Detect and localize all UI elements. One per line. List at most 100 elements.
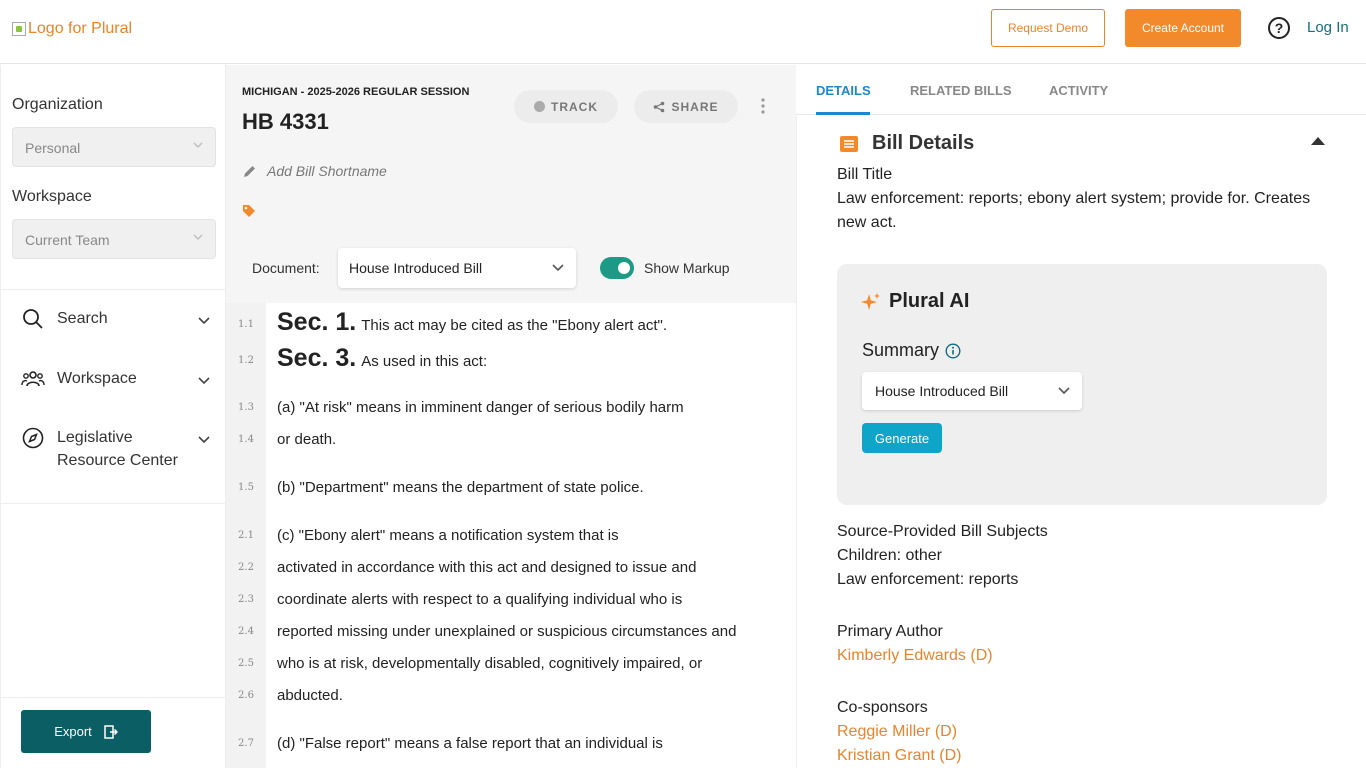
subject-item: Law enforcement: reports bbox=[837, 571, 1019, 588]
chevron-down-icon bbox=[193, 142, 203, 148]
request-demo-button[interactable]: Request Demo bbox=[991, 9, 1105, 47]
sidebar-item-legislative-resource-center[interactable]: Legislative Resource Center bbox=[21, 426, 211, 472]
export-label: Export bbox=[54, 724, 92, 739]
bill-header: MICHIGAN - 2025-2026 REGULAR SESSION HB … bbox=[226, 65, 796, 303]
bill-title-label: Bill Title bbox=[837, 166, 893, 183]
show-markup-toggle[interactable] bbox=[600, 257, 634, 279]
summary-heading: Summary bbox=[862, 340, 961, 361]
line-number: 1.5 bbox=[238, 482, 254, 493]
generate-button[interactable]: Generate bbox=[862, 423, 942, 453]
line-number: 1.4 bbox=[238, 434, 254, 445]
plural-ai-card: Plural AI Summary House Introduced Bill … bbox=[837, 264, 1327, 505]
document-label: Document: bbox=[252, 260, 320, 276]
list-icon bbox=[840, 135, 858, 152]
export-icon bbox=[104, 724, 118, 739]
line-content: who is at risk, developmentally disabled… bbox=[277, 655, 703, 672]
line-content: (b) "Department" means the department of… bbox=[277, 479, 644, 496]
line-content: As used in this act: bbox=[361, 353, 488, 370]
show-markup-label: Show Markup bbox=[644, 260, 730, 276]
create-account-button[interactable]: Create Account bbox=[1125, 9, 1241, 47]
organization-select[interactable]: Personal bbox=[12, 127, 216, 167]
section-heading: Sec. 3. bbox=[277, 344, 357, 372]
line-content: (d) "False report" means a false report … bbox=[277, 735, 663, 752]
primary-author-link[interactable]: Kimberly Edwards (D) bbox=[837, 644, 993, 668]
bill-title-line: Law enforcement: reports; ebony alert sy… bbox=[837, 190, 1311, 207]
bill-text: 1.1 Sec. 1. This act may be cited as the … bbox=[226, 303, 796, 768]
line-content: or death. bbox=[277, 431, 337, 448]
line-content: (c) "Ebony alert" means a notification s… bbox=[277, 527, 619, 544]
plural-ai-heading: Plural AI bbox=[861, 290, 969, 313]
active-tab-indicator bbox=[816, 112, 870, 115]
line-content: activated in accordance with this act an… bbox=[277, 559, 697, 576]
chevron-down-icon bbox=[1058, 387, 1070, 395]
summary-version-select[interactable]: House Introduced Bill bbox=[862, 372, 1082, 410]
plural-ai-title: Plural AI bbox=[889, 290, 970, 312]
tag-icon[interactable] bbox=[242, 204, 256, 218]
sidebar-item-label: Search bbox=[57, 310, 108, 327]
help-icon[interactable]: ? bbox=[1268, 17, 1290, 39]
line-number: 2.2 bbox=[238, 562, 254, 573]
line-text: Sec. 3. As used in this act: bbox=[277, 344, 487, 373]
sidebar-item-workspace[interactable]: Workspace bbox=[21, 367, 211, 391]
logo-alt-text: Logo for Plural bbox=[28, 20, 133, 37]
line-content: reported missing under unexplained or su… bbox=[277, 623, 737, 640]
top-bar: Logo for Plural Request Demo Create Acco… bbox=[0, 0, 1366, 64]
subjects-label: Source-Provided Bill Subjects bbox=[837, 523, 1048, 540]
more-options-icon[interactable] bbox=[759, 96, 767, 116]
bill-number: HB 4331 bbox=[242, 109, 329, 134]
compass-icon bbox=[22, 427, 44, 449]
line-number: 2.4 bbox=[238, 626, 254, 637]
summary-label: Summary bbox=[862, 340, 940, 360]
caret-up-icon[interactable] bbox=[1310, 136, 1326, 146]
summary-version-value: House Introduced Bill bbox=[875, 383, 1009, 399]
sidebar-divider bbox=[1, 697, 227, 698]
chevron-down-icon bbox=[552, 264, 564, 272]
track-label: TRACK bbox=[551, 99, 598, 114]
export-button[interactable]: Export bbox=[21, 710, 151, 753]
cosponsor-link[interactable]: Reggie Miller (D) bbox=[837, 720, 957, 744]
bill-details-heading[interactable]: Bill Details bbox=[840, 132, 974, 155]
sidebar-item-search[interactable]: Search bbox=[21, 307, 211, 331]
line-content: coordinate alerts with respect to a qual… bbox=[277, 591, 683, 608]
sidebar: Organization Personal Workspace Current … bbox=[0, 65, 227, 768]
workspace-label: Workspace bbox=[12, 188, 92, 205]
line-number: 1.1 bbox=[238, 319, 254, 330]
sidebar-item-label: Legislative Resource Center bbox=[57, 429, 178, 469]
tab-details[interactable]: DETAILS bbox=[816, 83, 871, 98]
share-label: SHARE bbox=[671, 99, 719, 114]
sidebar-divider bbox=[1, 503, 227, 504]
plural-logo[interactable]: Logo for Plural bbox=[12, 20, 132, 38]
sidebar-divider bbox=[1, 289, 227, 290]
document-value: House Introduced Bill bbox=[349, 260, 483, 276]
cosponsor-link[interactable]: Kristian Grant (D) bbox=[837, 744, 961, 768]
share-button[interactable]: SHARE bbox=[634, 90, 738, 123]
sparkle-icon bbox=[861, 292, 880, 310]
tab-related-bills[interactable]: RELATED BILLS bbox=[910, 83, 1012, 98]
track-dot-icon bbox=[534, 101, 545, 112]
tab-activity[interactable]: ACTIVITY bbox=[1049, 83, 1108, 98]
workspace-select[interactable]: Current Team bbox=[12, 219, 216, 259]
share-icon bbox=[654, 101, 665, 112]
chevron-down-icon bbox=[198, 377, 210, 385]
line-number: 2.3 bbox=[238, 594, 254, 605]
document-select[interactable]: House Introduced Bill bbox=[338, 248, 576, 288]
chevron-down-icon bbox=[193, 234, 203, 240]
organization-value: Personal bbox=[25, 140, 81, 156]
track-button[interactable]: TRACK bbox=[514, 90, 618, 123]
line-text: Sec. 1. This act may be cited as the "Ebo… bbox=[277, 308, 667, 337]
bill-details-title: Bill Details bbox=[872, 132, 975, 154]
add-shortname-button[interactable]: Add Bill Shortname bbox=[242, 163, 387, 179]
section-heading: Sec. 1. bbox=[277, 308, 357, 336]
detail-tabs: DETAILS RELATED BILLS ACTIVITY bbox=[796, 65, 1366, 115]
info-icon[interactable] bbox=[945, 342, 961, 359]
line-number: 2.1 bbox=[238, 530, 254, 541]
login-link[interactable]: Log In bbox=[1307, 19, 1349, 36]
bill-title-line: new act. bbox=[837, 214, 897, 231]
line-number: 2.7 bbox=[238, 738, 254, 749]
details-panel: Bill Details Bill Title Law enforcement:… bbox=[796, 116, 1366, 768]
line-content: abducted. bbox=[277, 687, 343, 704]
cosponsors-label: Co-sponsors bbox=[837, 699, 928, 716]
line-content: (a) "At risk" means in imminent danger o… bbox=[277, 399, 684, 416]
line-number: 1.3 bbox=[238, 402, 254, 413]
organization-label: Organization bbox=[12, 96, 103, 113]
